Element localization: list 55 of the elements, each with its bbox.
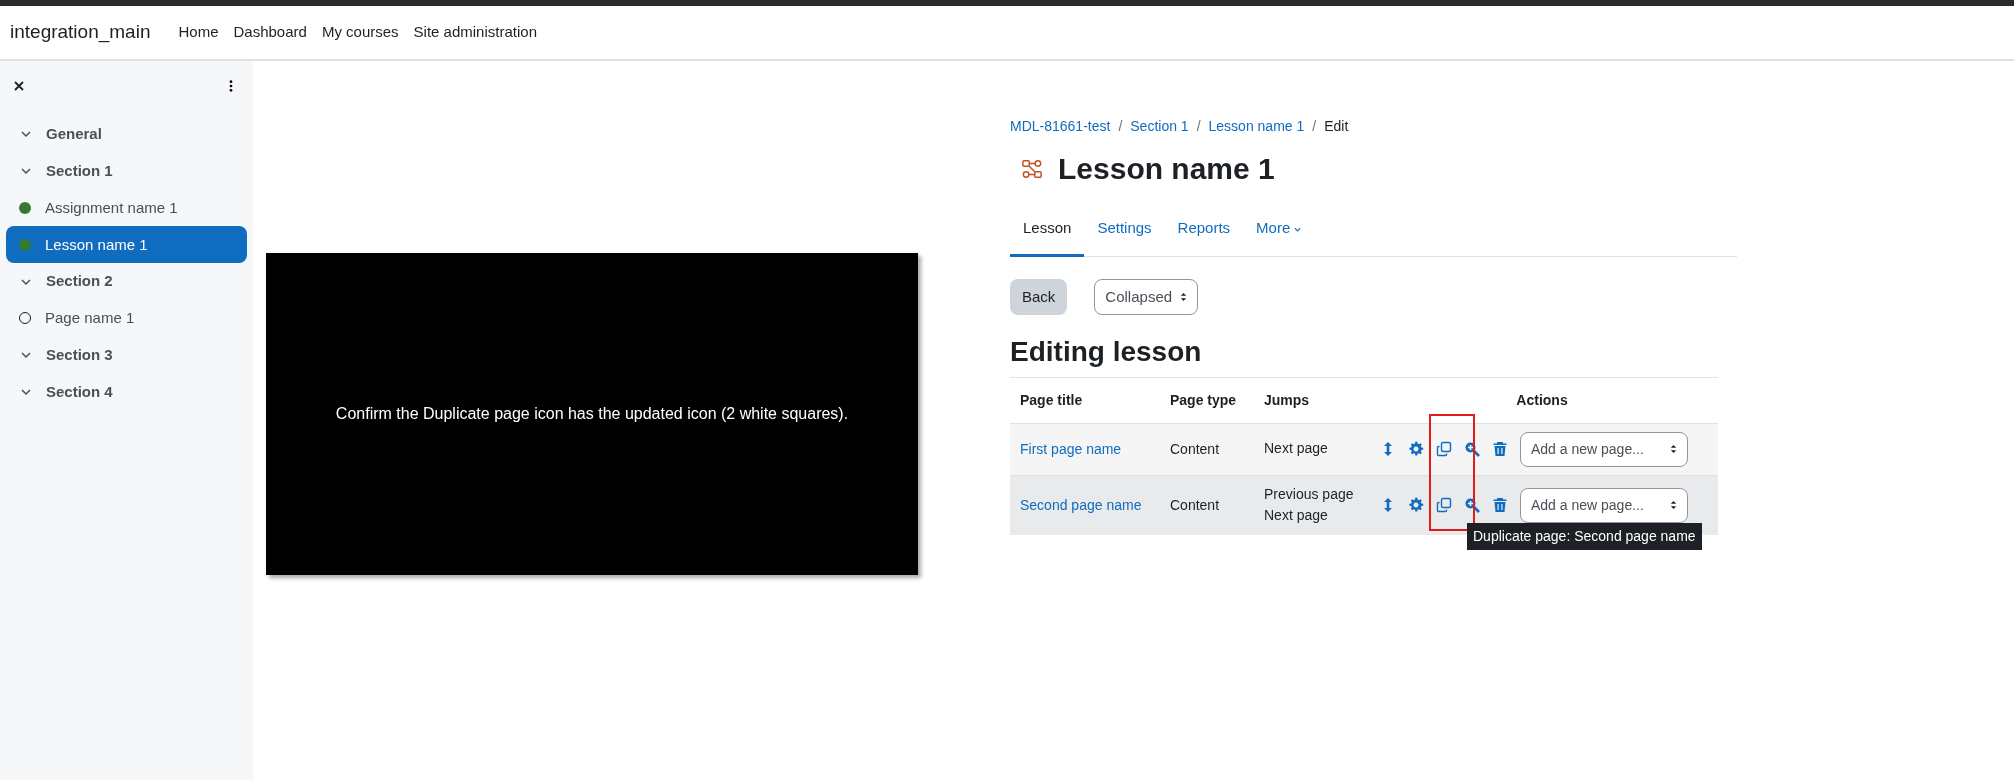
sidebar-item[interactable]: Page name 1: [6, 300, 247, 337]
select-arrows-icon: [1670, 500, 1677, 511]
column-header: Page title: [1010, 377, 1160, 424]
caption-text: Confirm the Duplicate page icon has the updated icon (2 white squares).: [335, 404, 849, 424]
breadcrumb-separator: /: [1312, 117, 1317, 136]
section-title[interactable]: General: [46, 123, 102, 146]
tab[interactable]: Lesson: [1010, 203, 1085, 257]
section-title[interactable]: Section 1: [46, 159, 113, 183]
tab[interactable]: More: [1243, 203, 1316, 257]
breadcrumb-separator: /: [1196, 117, 1201, 136]
tab[interactable]: Settings: [1084, 203, 1165, 257]
zoom-in-icon[interactable]: [1464, 497, 1480, 514]
settings-icon[interactable]: [1408, 441, 1424, 458]
add-page-select[interactable]: Add a new page...: [1520, 487, 1688, 523]
jump-text: Next page: [1264, 506, 1329, 526]
tooltip: Duplicate page: Second page name: [1467, 522, 1702, 550]
zoom-in-icon[interactable]: [1464, 441, 1480, 458]
breadcrumb-link[interactable]: Section 1: [1130, 116, 1189, 137]
column-header: Page type: [1160, 377, 1254, 424]
select-arrows-icon: [1180, 291, 1188, 302]
nav-link[interactable]: My courses: [321, 21, 399, 44]
close-icon[interactable]: [14, 81, 24, 91]
add-page-select[interactable]: Add a new page...: [1520, 431, 1688, 467]
nav-link[interactable]: Home: [178, 21, 219, 44]
section-title[interactable]: Section 4: [46, 380, 113, 404]
page-title: Lesson name 1: [1058, 151, 1275, 187]
page-type: Content: [1170, 496, 1220, 513]
column-header: Actions: [1366, 377, 1718, 424]
column-header: Jumps: [1254, 377, 1366, 424]
tab[interactable]: Reports: [1164, 203, 1244, 257]
sidebar-item[interactable]: Lesson name 1: [6, 226, 247, 264]
nav-link[interactable]: Dashboard: [233, 21, 307, 44]
duplicate-icon[interactable]: [1436, 441, 1452, 458]
view-select[interactable]: Collapsed: [1094, 278, 1199, 315]
breadcrumb-link[interactable]: MDL-81661-test: [1010, 116, 1111, 137]
section-title[interactable]: Section 2: [46, 270, 113, 293]
breadcrumb-link[interactable]: Lesson name 1: [1208, 116, 1305, 137]
more-options-icon[interactable]: [229, 80, 233, 92]
duplicate-icon[interactable]: [1436, 497, 1452, 514]
delete-icon[interactable]: [1492, 497, 1508, 514]
page-type: Content: [1170, 440, 1220, 457]
breadcrumb-separator: /: [1118, 117, 1123, 136]
lesson-icon: [1022, 159, 1042, 179]
jump-text: Previous page: [1264, 484, 1355, 504]
select-arrows-icon: [1670, 444, 1677, 455]
nav-link[interactable]: Site administration: [413, 21, 537, 44]
section-title[interactable]: Section 3: [46, 343, 113, 367]
section-heading: Editing lesson: [1010, 335, 1203, 369]
breadcrumb-current: Edit: [1324, 117, 1349, 136]
jump-text: Next page: [1264, 439, 1329, 459]
sidebar-item[interactable]: Assignment name 1: [6, 189, 247, 227]
site-name[interactable]: integration_main: [10, 18, 151, 47]
delete-icon[interactable]: [1492, 441, 1508, 458]
back-button[interactable]: Back: [1010, 278, 1068, 315]
settings-icon[interactable]: [1408, 497, 1424, 514]
